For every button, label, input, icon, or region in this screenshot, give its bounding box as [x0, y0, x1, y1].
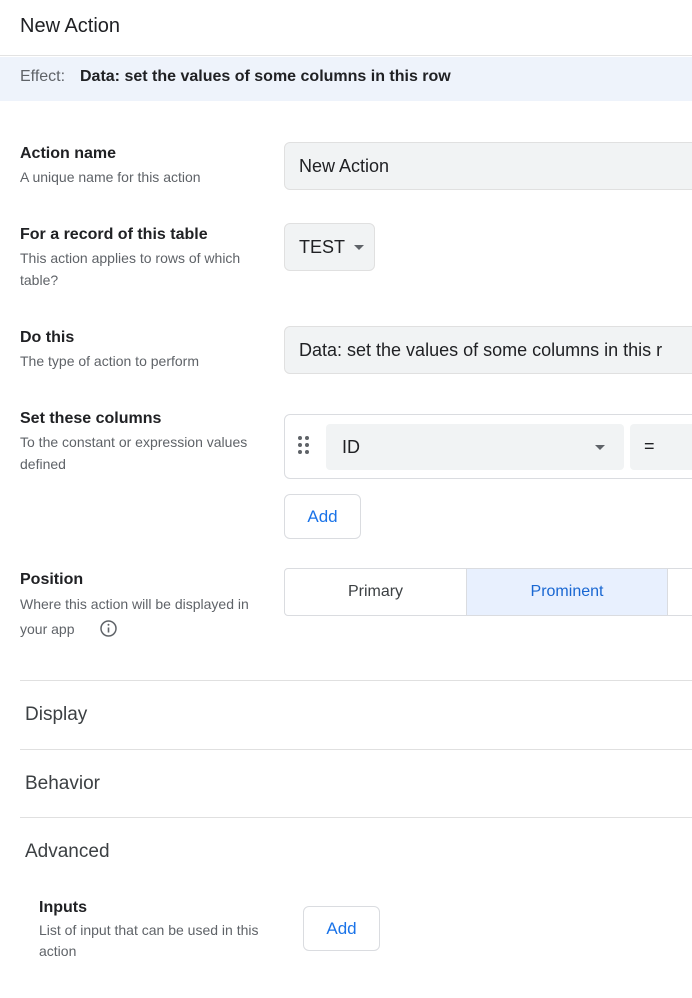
info-icon[interactable]: [100, 620, 117, 637]
column-assignment-row: ID =: [284, 414, 692, 479]
table-select[interactable]: TEST: [284, 223, 375, 271]
set-columns-help: To the constant or expression values def…: [20, 434, 248, 472]
action-name-help: A unique name for this action: [20, 169, 201, 185]
add-column-button[interactable]: Add: [284, 494, 361, 539]
action-name-label: Action name: [20, 145, 117, 162]
table-help: This action applies to rows of which tab…: [20, 250, 241, 288]
add-input-button[interactable]: Add: [303, 906, 380, 951]
chevron-down-icon: [354, 245, 364, 250]
section-advanced[interactable]: Advanced: [25, 841, 110, 863]
action-name-value: New Action: [299, 156, 390, 176]
position-help: Where this action will be displayed in y…: [20, 596, 249, 637]
operator-value: =: [644, 436, 655, 456]
do-this-label: Do this: [20, 329, 75, 346]
inputs-label: Inputs: [39, 899, 87, 916]
section-display[interactable]: Display: [25, 704, 87, 726]
position-label: Position: [20, 571, 84, 588]
page-title: New Action: [20, 15, 121, 37]
position-option-prominent[interactable]: Prominent: [466, 569, 668, 615]
do-this-value: Data: set the values of some columns in …: [299, 340, 663, 360]
effect-value: Data: set the values of some columns in …: [80, 68, 451, 85]
set-columns-label: Set these columns: [20, 410, 162, 427]
drag-handle-icon[interactable]: [298, 436, 310, 456]
divider: [20, 749, 692, 750]
column-select-value: ID: [342, 437, 360, 457]
table-select-value: TEST: [299, 237, 346, 257]
do-this-help: The type of action to perform: [20, 353, 199, 369]
effect-banner: Effect: Data: set the values of some col…: [0, 57, 692, 101]
column-select[interactable]: ID: [326, 424, 624, 470]
position-segmented-control: Primary Prominent: [284, 568, 692, 616]
section-behavior[interactable]: Behavior: [25, 773, 100, 795]
header-bar: New Action: [0, 0, 692, 56]
inputs-help: List of input that can be used in this a…: [39, 922, 259, 959]
operator-field[interactable]: =: [630, 424, 692, 470]
table-label: For a record of this table: [20, 226, 208, 243]
effect-label: Effect:: [20, 68, 66, 85]
do-this-select[interactable]: Data: set the values of some columns in …: [284, 326, 692, 374]
chevron-down-icon: [595, 445, 605, 450]
action-name-input[interactable]: New Action: [284, 142, 692, 190]
divider: [20, 817, 692, 818]
divider: [20, 680, 692, 681]
position-option-primary[interactable]: Primary: [285, 569, 466, 615]
